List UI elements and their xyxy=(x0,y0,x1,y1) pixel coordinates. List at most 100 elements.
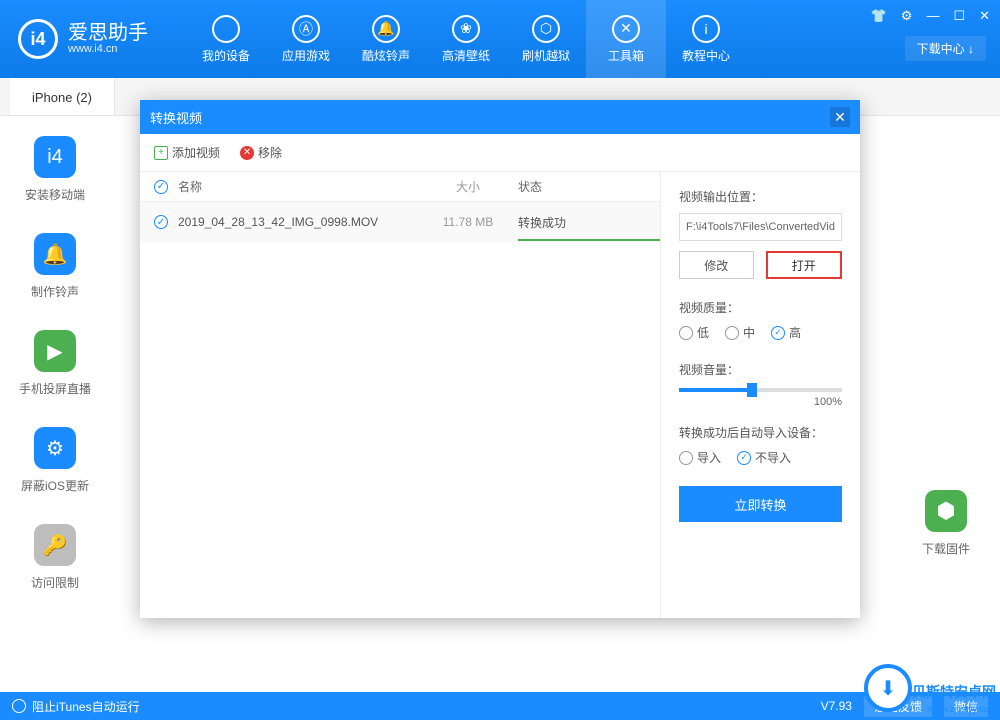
itunes-block-toggle[interactable]: 阻止iTunes自动运行 xyxy=(12,698,140,715)
table-row[interactable]: 2019_04_28_13_42_IMG_0998.MOV 11.78 MB 转… xyxy=(140,202,660,242)
sidebar-label: 手机投屏直播 xyxy=(19,380,91,397)
filesize: 11.78 MB xyxy=(418,215,518,229)
row-checkbox[interactable] xyxy=(154,215,168,229)
watermark-brand: 贝斯特安卓网 xyxy=(912,685,996,700)
modal-title: 转换视频 xyxy=(150,108,202,127)
settings-panel: 视频输出位置： 修改 打开 视频质量： 低 中 高 视频音量： 100% 转换成… xyxy=(660,172,860,618)
nav-label: 应用游戏 xyxy=(282,47,330,64)
app-url: www.i4.cn xyxy=(68,43,148,55)
col-name: 名称 xyxy=(178,178,418,195)
app-name: 爱思助手 xyxy=(68,23,148,43)
modal-close-button[interactable]: ✕ xyxy=(830,107,850,127)
nav-label: 高清壁纸 xyxy=(442,47,490,64)
itunes-label: 阻止iTunes自动运行 xyxy=(32,698,140,715)
gear-icon: ⚙ xyxy=(34,427,76,469)
import-radios: 导入 不导入 xyxy=(679,449,842,466)
nav-jailbreak[interactable]: ⬡ 刷机越狱 xyxy=(506,0,586,78)
nav-label: 教程中心 xyxy=(682,47,730,64)
plus-icon: + xyxy=(154,146,168,160)
sidebar-label: 制作铃声 xyxy=(31,283,79,300)
output-path-input[interactable] xyxy=(679,213,842,241)
bell-icon: 🔔 xyxy=(34,233,76,275)
box-icon: ⬡ xyxy=(532,15,560,43)
nav-toolbox[interactable]: ✕ 工具箱 xyxy=(586,0,666,78)
maximize-button[interactable]: ☐ xyxy=(953,8,965,24)
tool-sidebar: i4 安装移动端 🔔 制作铃声 ▶ 手机投屏直播 ⚙ 屏蔽iOS更新 🔑访问限制 xyxy=(0,116,110,692)
sidebar-restrictions[interactable]: 🔑访问限制 xyxy=(31,524,79,591)
nav-label: 刷机越狱 xyxy=(522,47,570,64)
tools-icon: ✕ xyxy=(612,15,640,43)
logo-icon: i4 xyxy=(18,19,58,59)
nav-ringtones[interactable]: 🔔 酷炫铃声 xyxy=(346,0,426,78)
modal-toolbar: +添加视频 ✕ 移除 xyxy=(140,134,860,172)
sidebar-block-update[interactable]: ⚙ 屏蔽iOS更新 xyxy=(21,427,89,494)
modal-titlebar: 转换视频 ✕ xyxy=(140,100,860,134)
logo-area: i4 爱思助手 www.i4.cn xyxy=(0,19,166,59)
close-button[interactable]: ✕ xyxy=(979,8,990,24)
quality-radios: 低 中 高 xyxy=(679,324,842,341)
statusbar: 阻止iTunes自动运行 V7.93 意见反馈 微信 xyxy=(0,692,1000,720)
nav-label: 工具箱 xyxy=(608,47,644,64)
bell-icon: 🔔 xyxy=(372,15,400,43)
modify-button[interactable]: 修改 xyxy=(679,251,754,279)
watermark: ⬇ 贝斯特安卓网 www.zjbstyy.com xyxy=(860,660,1000,720)
quality-low[interactable]: 低 xyxy=(679,324,709,341)
quality-label: 视频质量： xyxy=(679,299,842,316)
remove-label: 移除 xyxy=(258,144,282,161)
download-center-button[interactable]: 下载中心 ↓ xyxy=(905,36,986,61)
watermark-icon: ⬇ xyxy=(864,664,912,712)
col-size: 大小 xyxy=(418,178,518,195)
play-icon: ▶ xyxy=(34,330,76,372)
window-controls: 👕 ⚙ — ☐ ✕ xyxy=(871,8,990,24)
sidebar-label: 访问限制 xyxy=(31,574,79,591)
volume-value: 100% xyxy=(679,396,842,408)
import-no[interactable]: 不导入 xyxy=(737,449,791,466)
version-label: V7.93 xyxy=(821,699,852,713)
import-yes[interactable]: 导入 xyxy=(679,449,721,466)
rf-label: 下载固件 xyxy=(922,540,970,557)
main-nav: 我的设备 Ⓐ 应用游戏 🔔 酷炫铃声 ❀ 高清壁纸 ⬡ 刷机越狱 ✕ 工具箱 i 教程中心 xyxy=(186,0,746,78)
volume-slider[interactable] xyxy=(679,388,842,392)
volume-label: 视频音量： xyxy=(679,361,842,378)
shirt-icon[interactable]: 👕 xyxy=(871,8,887,24)
settings-icon[interactable]: ⚙ xyxy=(901,8,913,24)
apple-icon xyxy=(212,15,240,43)
nav-my-device[interactable]: 我的设备 xyxy=(186,0,266,78)
list-header: 名称 大小 状态 xyxy=(140,172,660,202)
open-button[interactable]: 打开 xyxy=(766,251,843,279)
info-icon: i xyxy=(692,15,720,43)
remove-video-button[interactable]: ✕ 移除 xyxy=(240,144,282,161)
quality-mid[interactable]: 中 xyxy=(725,324,755,341)
tab-iphone[interactable]: iPhone (2) xyxy=(10,78,115,115)
sidebar-label: 屏蔽iOS更新 xyxy=(21,477,89,494)
select-all-checkbox[interactable] xyxy=(154,180,168,194)
sidebar-screencast[interactable]: ▶ 手机投屏直播 xyxy=(19,330,91,397)
modal-body: 名称 大小 状态 2019_04_28_13_42_IMG_0998.MOV 1… xyxy=(140,172,860,618)
sidebar-ringtone[interactable]: 🔔 制作铃声 xyxy=(31,233,79,300)
convert-button[interactable]: 立即转换 xyxy=(679,486,842,522)
output-label: 视频输出位置： xyxy=(679,188,842,205)
app-header: i4 爱思助手 www.i4.cn 我的设备 Ⓐ 应用游戏 🔔 酷炫铃声 ❀ 高清壁纸… xyxy=(0,0,1000,78)
download-firmware-button[interactable]: ⬢ 下载固件 xyxy=(922,490,970,557)
quality-high[interactable]: 高 xyxy=(771,324,801,341)
nav-tutorials[interactable]: i 教程中心 xyxy=(666,0,746,78)
sidebar-install-mobile[interactable]: i4 安装移动端 xyxy=(25,136,85,203)
watermark-url: www.zjbstyy.com xyxy=(928,704,996,714)
apps-icon: Ⓐ xyxy=(292,15,320,43)
video-list: 名称 大小 状态 2019_04_28_13_42_IMG_0998.MOV 1… xyxy=(140,172,660,618)
nav-label: 我的设备 xyxy=(202,47,250,64)
minus-icon: ✕ xyxy=(240,146,254,160)
nav-apps[interactable]: Ⓐ 应用游戏 xyxy=(266,0,346,78)
filename: 2019_04_28_13_42_IMG_0998.MOV xyxy=(178,215,418,229)
progress-bar xyxy=(518,239,660,241)
nav-wallpapers[interactable]: ❀ 高清壁纸 xyxy=(426,0,506,78)
mobile-icon: i4 xyxy=(34,136,76,178)
minimize-button[interactable]: — xyxy=(926,8,939,24)
flower-icon: ❀ xyxy=(452,15,480,43)
cube-icon: ⬢ xyxy=(925,490,967,532)
nav-label: 酷炫铃声 xyxy=(362,47,410,64)
add-video-button[interactable]: +添加视频 xyxy=(154,144,220,161)
sidebar-label: 安装移动端 xyxy=(25,186,85,203)
circle-icon xyxy=(12,699,26,713)
col-status: 状态 xyxy=(518,178,660,195)
